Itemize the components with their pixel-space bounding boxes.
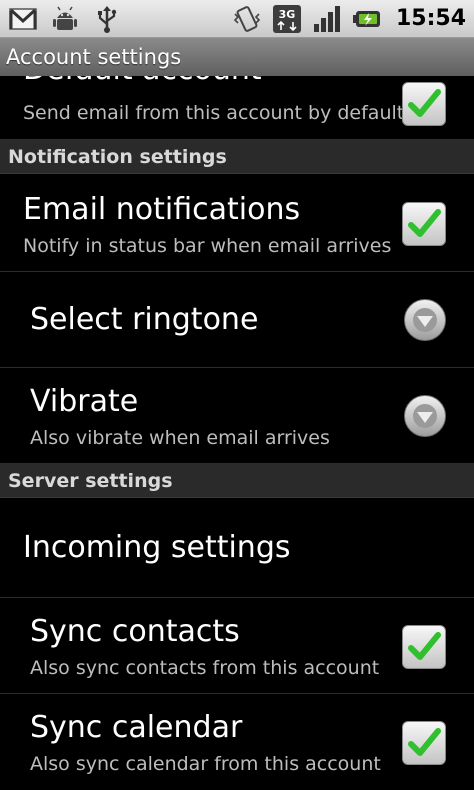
notification-icons [8, 4, 122, 34]
setting-title: Vibrate [30, 384, 139, 419]
network-type-label: 3G [279, 8, 296, 21]
setting-title: Select ringtone [30, 302, 259, 337]
checkmark-icon [408, 728, 441, 756]
status-bar: 3G 15:54 [0, 0, 474, 38]
setting-title: Sync contacts [30, 614, 240, 649]
ringtone-dropdown-button[interactable] [404, 299, 446, 341]
dropdown-arrow-icon [413, 308, 437, 332]
setting-incoming-settings[interactable]: Incoming settings [0, 498, 474, 598]
gmail-icon [9, 8, 37, 30]
3g-data-icon: 3G [272, 5, 301, 33]
android-debug-icon [53, 6, 77, 30]
setting-summary: Also vibrate when email arrives [30, 427, 330, 449]
system-icons: 3G 15:54 [232, 3, 466, 35]
section-header-server: Server settings [0, 464, 474, 498]
clock: 15:54 [395, 6, 466, 31]
checkmark-icon [408, 632, 441, 660]
setting-vibrate[interactable]: Vibrate Also vibrate when email arrives [0, 368, 474, 464]
setting-summary: Also sync calendar from this account [30, 753, 381, 775]
setting-title: Email notifications [23, 192, 301, 227]
vibrate-icon [233, 6, 261, 32]
checkmark-icon [408, 209, 441, 237]
setting-email-notifications[interactable]: Email notifications Notify in status bar… [0, 174, 474, 272]
setting-summary: Send email from this account by default [23, 102, 405, 124]
setting-summary: Notify in status bar when email arrives [23, 235, 392, 257]
android-screen: 3G 15:54 Account settings Send email fro… [0, 0, 474, 790]
section-header-notification: Notification settings [0, 140, 474, 174]
page-title: Account settings [6, 45, 182, 69]
signal-icon [313, 6, 340, 32]
setting-default-account[interactable]: Default account Send email from this acc… [0, 76, 474, 140]
usb-icon [98, 6, 117, 33]
battery-charging-icon [352, 11, 380, 27]
default-account-checkbox[interactable] [402, 82, 446, 126]
settings-list[interactable]: Default account Send email from this acc… [0, 76, 474, 790]
email-notifications-checkbox[interactable] [402, 202, 446, 246]
sync-calendar-checkbox[interactable] [402, 721, 446, 765]
setting-title: Incoming settings [23, 530, 291, 565]
section-title: Notification settings [8, 146, 227, 168]
setting-select-ringtone[interactable]: Select ringtone [0, 272, 474, 368]
setting-summary: Also sync contacts from this account [30, 657, 380, 679]
setting-title: Sync calendar [30, 710, 243, 745]
vibrate-dropdown-button[interactable] [404, 395, 446, 437]
setting-sync-calendar[interactable]: Sync calendar Also sync calendar from th… [0, 694, 474, 790]
checkmark-icon [408, 89, 441, 117]
title-bar: Account settings [0, 38, 474, 76]
setting-title: Default account [23, 76, 262, 87]
setting-sync-contacts[interactable]: Sync contacts Also sync contacts from th… [0, 598, 474, 694]
sync-contacts-checkbox[interactable] [402, 625, 446, 669]
dropdown-arrow-icon [413, 404, 437, 428]
section-title: Server settings [8, 470, 173, 492]
